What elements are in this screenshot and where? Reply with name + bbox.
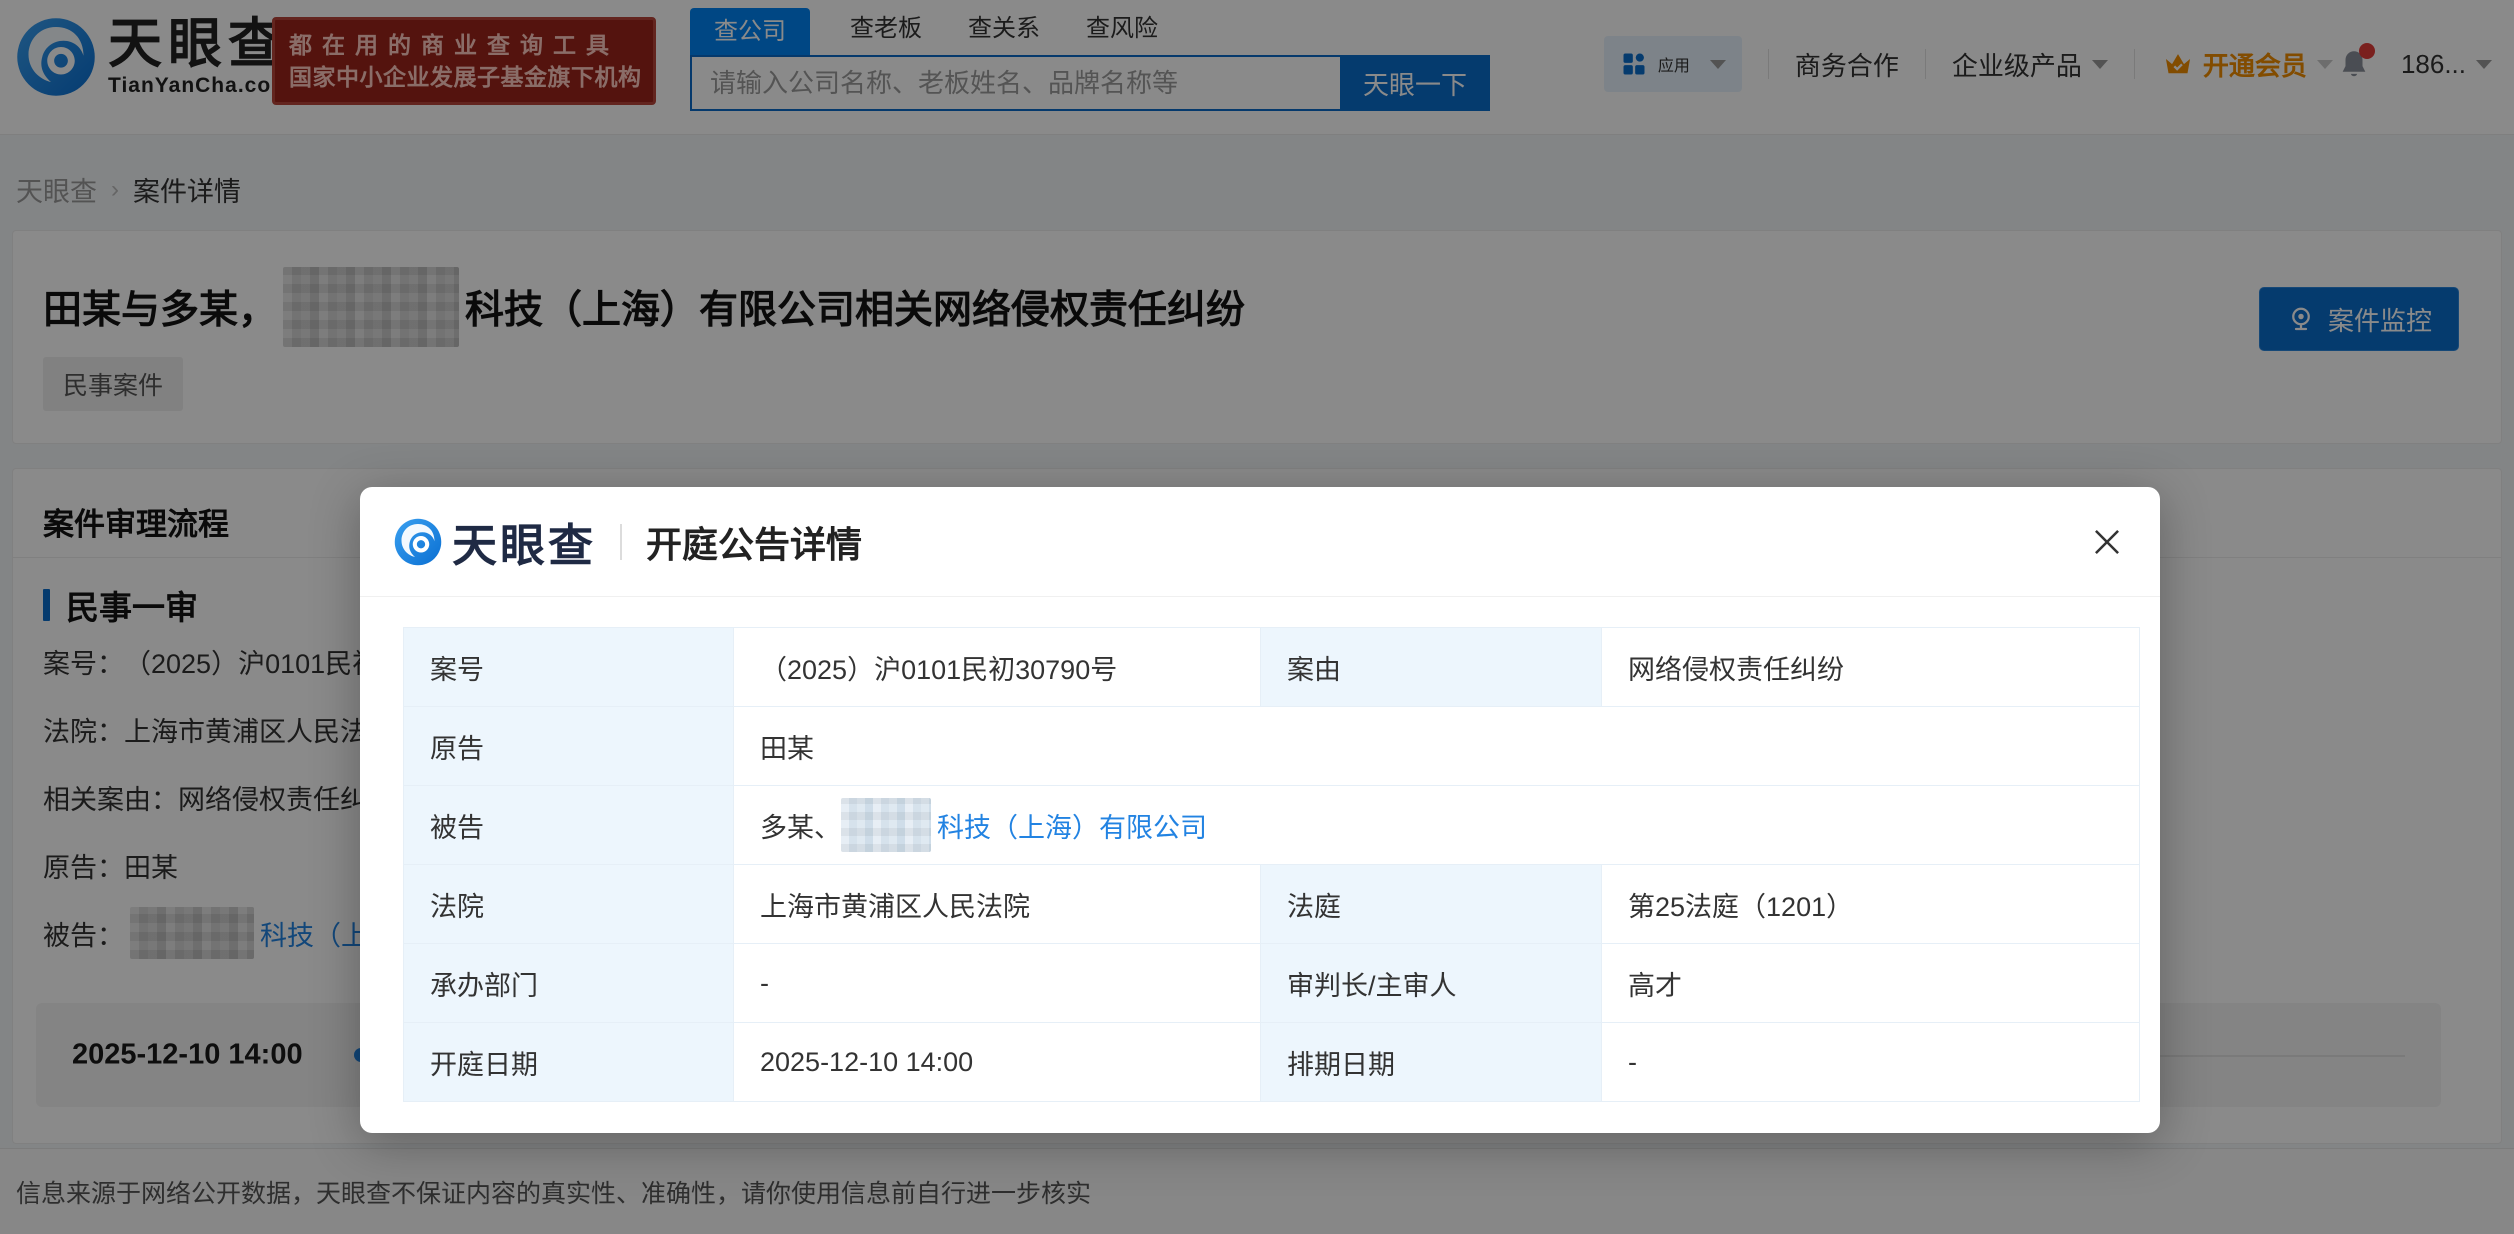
modal-brand-logo: 天眼查 <box>394 509 596 574</box>
modal-close-button[interactable] <box>2088 523 2126 561</box>
hearing-detail-table: 案号 （2025）沪0101民初30790号 案由 网络侵权责任纠纷 原告 田某… <box>403 627 2140 1102</box>
cell-value: 2025-12-10 14:00 <box>733 1022 1261 1102</box>
table-row: 案号 （2025）沪0101民初30790号 案由 网络侵权责任纠纷 <box>403 627 2140 707</box>
cell-label: 开庭日期 <box>403 1022 734 1102</box>
cell-value: 田某 <box>733 706 2140 786</box>
table-row: 原告 田某 <box>403 706 2140 786</box>
modal-title: 开庭公告详情 <box>646 523 863 565</box>
cell-value: 高才 <box>1601 943 2140 1023</box>
cell-value: - <box>1601 1022 2140 1102</box>
defendant-company-link[interactable]: 科技（上海）有限公司 <box>937 806 1207 845</box>
cell-label: 法庭 <box>1260 864 1602 944</box>
table-row: 被告 多某、 科技（上海）有限公司 <box>403 785 2140 865</box>
cell-label: 原告 <box>403 706 734 786</box>
cell-value: 网络侵权责任纠纷 <box>1601 627 2140 707</box>
swirl-logo-icon <box>394 518 442 565</box>
cell-label: 排期日期 <box>1260 1022 1602 1102</box>
cell-value: - <box>733 943 1261 1023</box>
redacted-block <box>841 798 931 852</box>
cell-label: 案由 <box>1260 627 1602 707</box>
cell-label: 被告 <box>403 785 734 865</box>
modal-header-divider <box>620 523 623 560</box>
cell-value: 第25法庭（1201） <box>1601 864 2140 944</box>
table-row: 承办部门 - 审判长/主审人 高才 <box>403 943 2140 1023</box>
table-row: 法院 上海市黄浦区人民法院 法庭 第25法庭（1201） <box>403 864 2140 944</box>
close-icon <box>2095 530 2119 554</box>
cell-value: 多某、 科技（上海）有限公司 <box>733 785 2140 865</box>
modal-header: 天眼查 开庭公告详情 <box>360 487 2160 597</box>
cell-value: （2025）沪0101民初30790号 <box>733 627 1261 707</box>
cell-label: 承办部门 <box>403 943 734 1023</box>
cell-label: 法院 <box>403 864 734 944</box>
defendant-prefix: 多某、 <box>760 812 841 843</box>
cell-value: 上海市黄浦区人民法院 <box>733 864 1261 944</box>
table-row: 开庭日期 2025-12-10 14:00 排期日期 - <box>403 1022 2140 1102</box>
modal-brand-name: 天眼查 <box>452 520 597 571</box>
cell-label: 审判长/主审人 <box>1260 943 1602 1023</box>
hearing-detail-modal: 天眼查 开庭公告详情 案号 （2025）沪0101民初30790号 案由 网络侵… <box>360 487 2160 1133</box>
cell-label: 案号 <box>403 627 734 707</box>
